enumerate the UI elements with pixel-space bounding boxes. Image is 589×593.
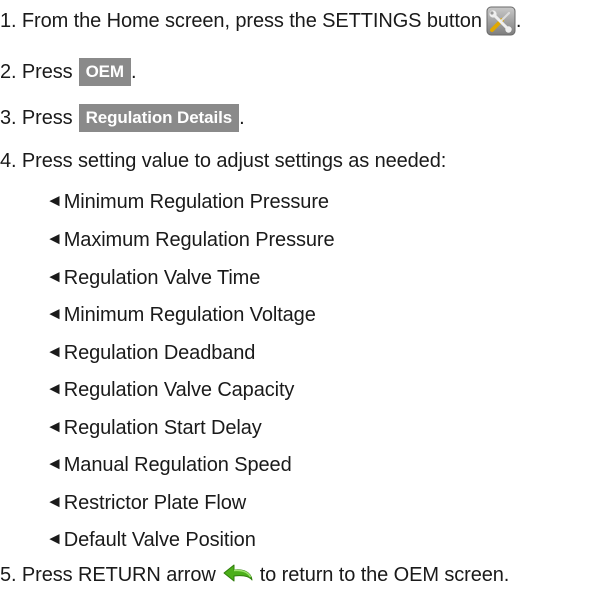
left-triangle-icon: ◄ [46,417,63,436]
list-item: ◄ Minimum Regulation Pressure [46,189,329,215]
left-triangle-icon: ◄ [46,379,63,398]
list-item-label: Regulation Deadband [63,342,256,364]
step-4: 4. Press setting value to adjust setting… [0,148,446,174]
step-4-text: 4. Press setting value to adjust setting… [0,150,447,172]
left-triangle-icon: ◄ [46,454,63,473]
list-item: ◄ Default Valve Position [46,527,256,553]
step-3-period: . [239,107,245,129]
instruction-document: 1. From the Home screen, press the SETTI… [0,0,589,592]
list-item-label: Minimum Regulation Pressure [63,191,329,213]
step-5-text: 5. Press RETURN arrow [0,564,216,586]
return-arrow-icon [221,564,255,586]
left-triangle-icon: ◄ [46,191,63,210]
step-3-text: 3. Press [0,107,73,129]
list-item: ◄ Restrictor Plate Flow [46,490,246,516]
oem-button: OEM [78,58,131,86]
list-item: ◄ Minimum Regulation Voltage [46,302,316,328]
regulation-details-button: Regulation Details [78,104,240,132]
step-1: 1. From the Home screen, press the SETTI… [0,6,521,36]
left-triangle-icon: ◄ [46,529,63,548]
step-5: 5. Press RETURN arrow to return to the O… [0,562,509,588]
list-item-label: Manual Regulation Speed [63,454,292,476]
list-item: ◄ Manual Regulation Speed [46,452,292,478]
step-2: 2. Press OEM . [0,58,137,86]
list-item: ◄ Regulation Valve Capacity [46,377,294,403]
list-item-label: Maximum Regulation Pressure [63,229,335,251]
list-item-label: Regulation Start Delay [63,417,262,439]
list-item-label: Restrictor Plate Flow [63,492,247,514]
list-item: ◄ Regulation Start Delay [46,415,262,441]
step-5-tail: to return to the OEM screen. [259,564,510,586]
left-triangle-icon: ◄ [46,229,63,248]
list-item: ◄ Regulation Valve Time [46,265,260,291]
step-2-period: . [131,61,137,83]
list-item-label: Minimum Regulation Voltage [63,304,316,326]
list-item: ◄ Regulation Deadband [46,340,255,366]
list-item-label: Default Valve Position [63,529,256,551]
step-1-text: 1. From the Home screen, press the SETTI… [0,10,482,32]
step-1-period: . [515,10,522,32]
left-triangle-icon: ◄ [46,304,63,323]
left-triangle-icon: ◄ [46,492,63,511]
left-triangle-icon: ◄ [46,342,63,361]
list-item-label: Regulation Valve Capacity [63,379,295,401]
list-item: ◄ Maximum Regulation Pressure [46,227,335,253]
list-item-label: Regulation Valve Time [63,267,261,289]
step-2-text: 2. Press [0,61,73,83]
step-3: 3. Press Regulation Details . [0,104,245,132]
settings-tools-icon [486,6,516,36]
left-triangle-icon: ◄ [46,267,63,286]
